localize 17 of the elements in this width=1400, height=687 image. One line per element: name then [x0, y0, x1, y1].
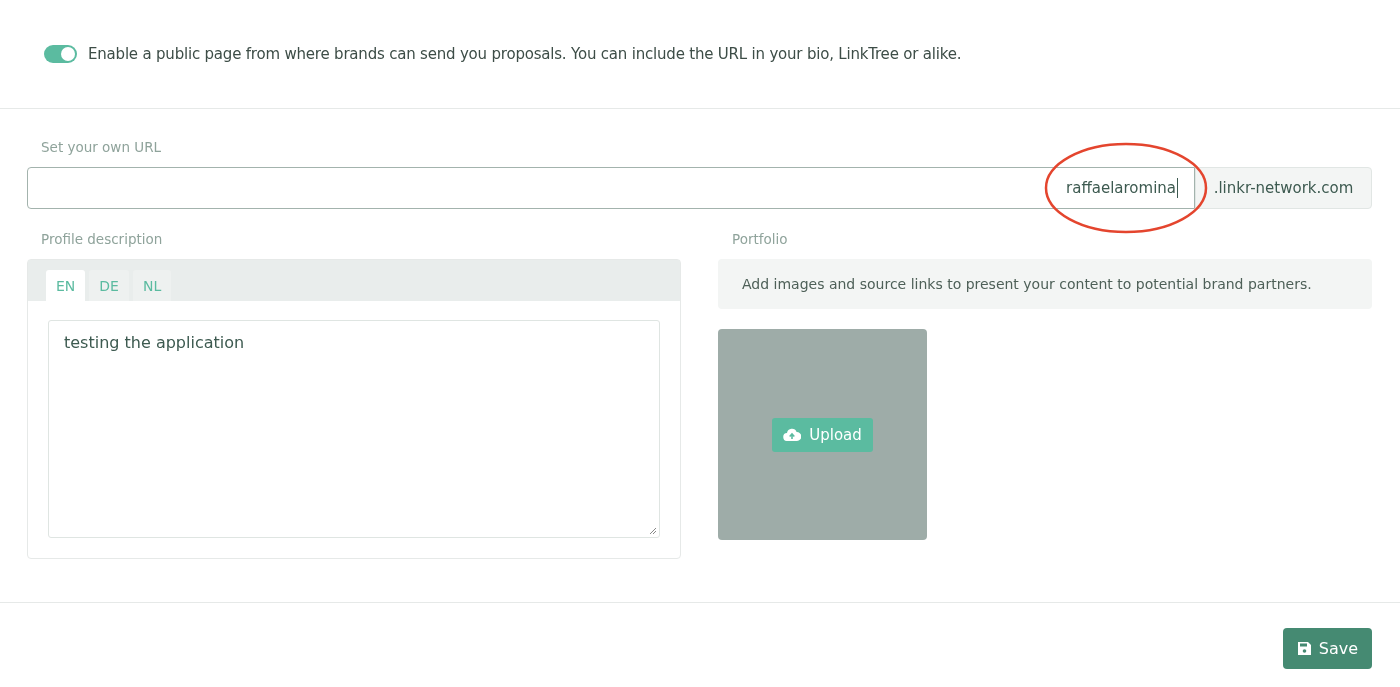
language-tab[interactable]: NL: [132, 270, 172, 301]
save-icon: [1296, 641, 1312, 656]
url-label: Set your own URL: [40, 139, 163, 155]
public-page-description: Enable a public page from where brands can send you proposals. You can include the URL in your bio, LinkTree or alike.: [88, 45, 962, 63]
description-text-area[interactable]: testing the application: [48, 320, 660, 538]
language-tab[interactable]: EN: [46, 270, 86, 301]
resize-handle-icon[interactable]: [649, 527, 657, 535]
cloud-upload-icon: [783, 428, 802, 441]
toggle-switch[interactable]: [44, 45, 77, 63]
domain-suffix: .linkr-network.com: [1195, 167, 1372, 209]
save-button[interactable]: Save: [1282, 628, 1372, 669]
portfolio-label: Portfolio: [731, 231, 789, 247]
upload-button[interactable]: Upload: [772, 417, 873, 452]
language-tab[interactable]: DE: [89, 270, 129, 301]
portfolio-info: Add images and source links to present your content to potential brand partners.: [718, 259, 1372, 309]
url-input-field[interactable]: raffaelaromina: [27, 167, 1195, 209]
description-label: Profile description: [40, 231, 164, 247]
